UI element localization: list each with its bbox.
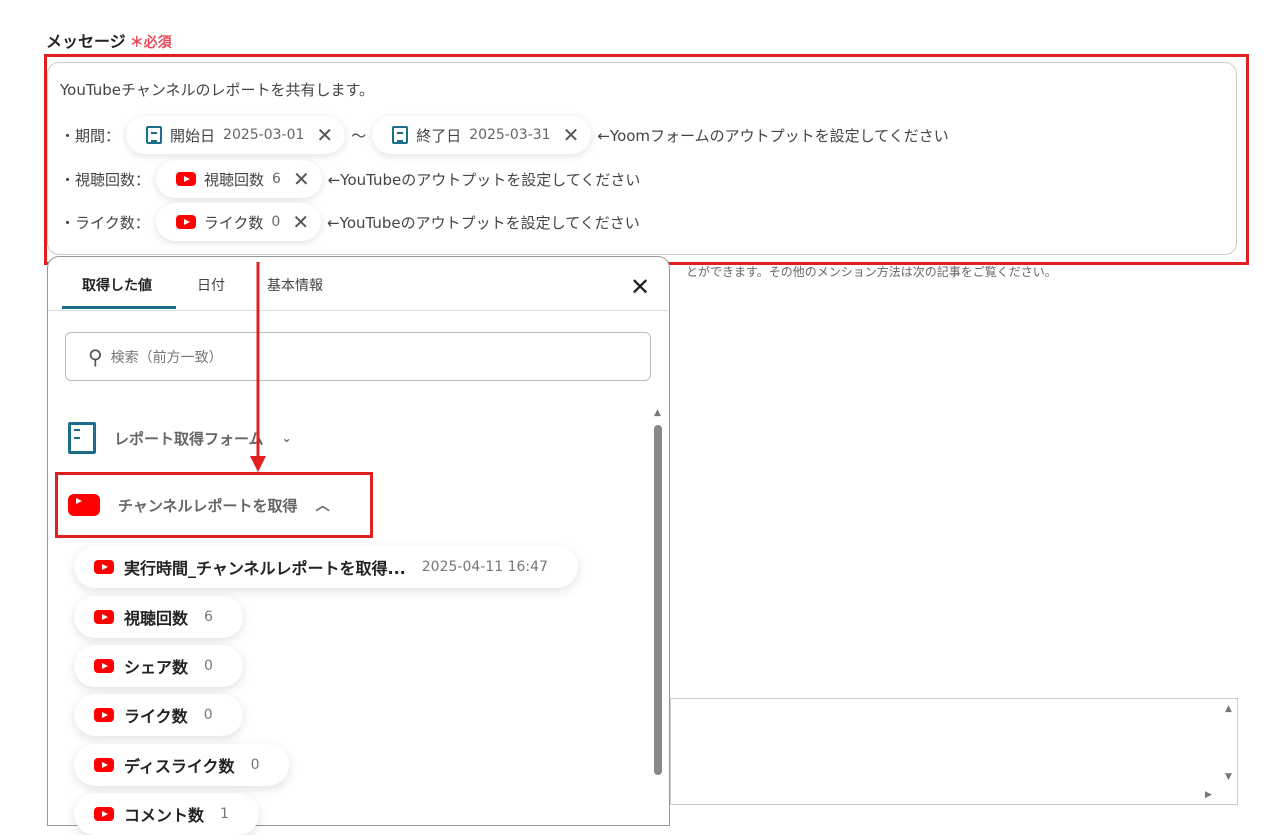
required-badge: ＊必須 bbox=[129, 35, 172, 51]
item-name: ディスライク数 bbox=[124, 757, 235, 776]
search-placeholder: 検索（前方一致） bbox=[110, 349, 223, 366]
list-item[interactable]: 実行時間_チャンネルレポートを取得... 2025-04-11 16:47 bbox=[74, 546, 578, 588]
tab-date[interactable]: 日付 bbox=[197, 275, 225, 295]
youtube-icon bbox=[94, 758, 114, 772]
youtube-icon bbox=[94, 659, 114, 673]
tab-acquired-values[interactable]: 取得した値 bbox=[82, 275, 152, 295]
search-icon: ⚲ bbox=[88, 344, 103, 369]
youtube-icon bbox=[94, 708, 114, 722]
item-name: 実行時間_チャンネルレポートを取得... bbox=[124, 559, 406, 578]
section-label: レポート取得フォーム bbox=[114, 429, 264, 448]
scroll-right-arrow[interactable]: ▶ bbox=[1205, 790, 1212, 800]
arrow-annotation bbox=[250, 262, 266, 472]
item-name: コメント数 bbox=[124, 806, 205, 825]
item-value: 1 bbox=[220, 806, 229, 822]
item-value: 0 bbox=[250, 757, 260, 773]
highlight-box bbox=[55, 472, 373, 538]
close-panel-icon[interactable]: ✕ bbox=[630, 273, 650, 301]
list-item[interactable]: ディスライク数 0 bbox=[74, 744, 290, 786]
scroll-up-arrow[interactable]: ▲ bbox=[654, 408, 661, 418]
form-icon bbox=[68, 422, 96, 454]
item-name: シェア数 bbox=[124, 658, 189, 677]
youtube-icon bbox=[94, 807, 114, 821]
field-label: メッセージ ＊必須 bbox=[46, 28, 172, 52]
list-item[interactable]: 視聴回数 6 bbox=[74, 596, 243, 638]
scroll-up-arrow[interactable]: ▲ bbox=[1225, 704, 1232, 714]
scroll-down-arrow[interactable]: ▼ bbox=[1225, 772, 1232, 782]
item-value: 2025-04-11 16:47 bbox=[421, 559, 548, 575]
list-item[interactable]: コメント数 1 bbox=[74, 793, 259, 835]
divider bbox=[48, 310, 668, 311]
chevron-down-icon: ⌄ bbox=[281, 431, 292, 445]
list-item[interactable]: ライク数 0 bbox=[74, 694, 243, 736]
item-value: 6 bbox=[204, 609, 213, 625]
list-item[interactable]: シェア数 0 bbox=[74, 645, 243, 687]
item-name: ライク数 bbox=[124, 707, 188, 726]
tab-basic-info[interactable]: 基本情報 bbox=[267, 275, 323, 295]
secondary-textarea[interactable] bbox=[670, 698, 1238, 805]
active-tab-indicator bbox=[62, 306, 176, 309]
highlight-box bbox=[44, 54, 1249, 265]
label-text: メッセージ bbox=[46, 32, 126, 51]
scrollbar[interactable] bbox=[654, 425, 662, 775]
item-name: 視聴回数 bbox=[124, 609, 189, 628]
item-value: 0 bbox=[204, 658, 213, 674]
search-input[interactable]: ⚲ 検索（前方一致） bbox=[65, 332, 651, 381]
item-value: 0 bbox=[203, 707, 213, 723]
youtube-icon bbox=[94, 560, 114, 574]
help-text: とができます。その他のメンション方法は次の記事をご覧ください。 bbox=[686, 265, 1057, 279]
youtube-icon bbox=[94, 610, 114, 624]
